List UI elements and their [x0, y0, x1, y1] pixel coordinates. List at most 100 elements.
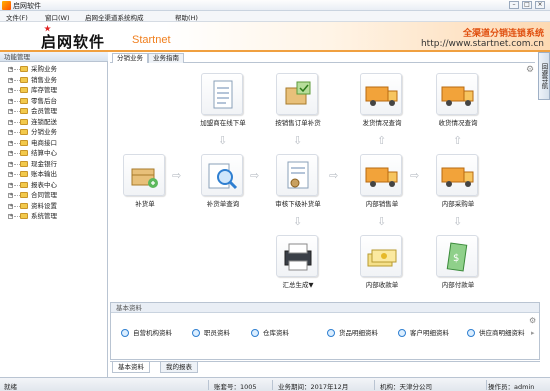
expand-icon[interactable]: + [8, 193, 13, 198]
printer-icon [276, 235, 318, 277]
settings-icon[interactable]: ⚙ [526, 65, 534, 75]
money-icon [360, 235, 402, 277]
expand-icon[interactable]: + [8, 172, 13, 177]
slogan: 全渠道分销连锁系统 [462, 29, 544, 39]
folder-icon [20, 76, 28, 83]
search-icon [327, 329, 335, 337]
expand-icon[interactable]: + [8, 67, 13, 72]
expand-icon[interactable]: + [8, 203, 13, 209]
tree-item-system[interactable]: + 系统管理 [0, 211, 108, 222]
arrow-right: ⇨ [250, 169, 260, 182]
arrow-right: ⇨ [172, 169, 182, 182]
app-icon [2, 1, 11, 10]
arrow-right: ⇨ [410, 169, 420, 182]
expand-icon[interactable]: + [8, 109, 13, 114]
svg-text:$: $ [453, 253, 459, 264]
tree-item-reports[interactable]: + 报表中心 [0, 180, 108, 191]
status-period: 业务期间：2017年12月 [278, 383, 349, 391]
expand-icon[interactable]: + [8, 88, 13, 93]
folder-icon [20, 213, 28, 219]
base-item-warehouse[interactable]: 仓库资料 [251, 327, 289, 337]
folder-icon [20, 181, 28, 188]
truck-icon [436, 154, 478, 196]
title-bar: 启网软件 – □ × [0, 0, 550, 11]
base-item-suppliers[interactable]: 供应商明细资料 [467, 327, 525, 337]
expand-icon[interactable]: + [8, 214, 13, 219]
expand-icon[interactable]: + [8, 119, 13, 125]
window-title: 启网软件 [13, 2, 41, 10]
scroll-right-icon[interactable]: ▸ [531, 329, 535, 337]
menu-window[interactable]: 窗口(W) [45, 12, 70, 22]
truck-icon [360, 154, 402, 196]
tree-item-data-settings[interactable]: + 资料设置 [0, 201, 108, 212]
base-item-customers[interactable]: 客户明细资料 [398, 327, 449, 337]
folder-icon [20, 108, 28, 114]
base-item-goods[interactable]: 货品明细资料 [327, 327, 378, 337]
maximize-button[interactable]: □ [522, 1, 532, 9]
banner: 启网软件 Startnet 全渠道分销连锁系统 http://www.start… [0, 22, 550, 52]
menu-file[interactable]: 文件(F) [6, 12, 28, 22]
status-ready: 就绪 [4, 383, 17, 391]
base-data-header: 基本资料 [111, 303, 539, 313]
base-item-staff[interactable]: 职员资料 [192, 327, 230, 337]
expand-icon[interactable]: + [8, 161, 13, 167]
expand-icon[interactable]: + [8, 182, 13, 188]
website-url: http://www.startnet.com.cn [420, 39, 544, 49]
folder-icon [20, 150, 28, 156]
menu-help[interactable]: 帮助(H) [175, 12, 198, 22]
base-data-panel: 基本资料 ⚙ 自营机构资料 职员资料 仓库资料 货品明细资料 客户明细资料 供应… [110, 302, 540, 360]
sidebar-header: 功能管理 [0, 52, 108, 62]
tree-item-sales[interactable]: + 销售业务 [0, 75, 108, 86]
status-bar: 就绪 账套号：1005 业务期间：2017年12月 机构：天津分公司 操作员：a… [0, 377, 550, 391]
search-icon [467, 329, 475, 337]
minimize-button[interactable]: – [509, 1, 519, 9]
logo-en: Startnet [132, 34, 171, 46]
base-item-own-org[interactable]: 自营机构资料 [121, 327, 172, 337]
status-org: 机构：天津分公司 [380, 383, 432, 391]
expand-icon[interactable]: + [8, 130, 13, 135]
search-icon [251, 329, 259, 337]
folder-icon [20, 97, 28, 104]
tree-item-ecommerce[interactable]: + 电商接口 [0, 138, 108, 149]
folder-icon [20, 87, 28, 93]
search-icon [192, 329, 200, 337]
tree-item-cash-bank[interactable]: + 现金银行 [0, 159, 108, 170]
folder-icon [20, 139, 28, 146]
arrow-down: ⇩ [218, 134, 228, 147]
expand-icon[interactable]: + [8, 151, 13, 156]
bottom-tab-strip: 基本资料 我的报表 [110, 361, 540, 373]
folder-icon [20, 118, 28, 125]
tree-item-retail-backend[interactable]: + 零售后台 [0, 96, 108, 107]
expand-icon[interactable]: + [8, 140, 13, 146]
arrow-right: ⇨ [329, 169, 339, 182]
settings-icon[interactable]: ⚙ [529, 316, 536, 325]
tree-item-purchase[interactable]: + 采购业务 [0, 64, 108, 75]
sidebar: 功能管理 + 采购业务 + 销售业务 + 库存管理 + 零售后台 + 会员管理 + 连锁配送… [0, 52, 108, 377]
goods-box-icon [123, 154, 165, 196]
tree-item-settlement[interactable]: + 结算中心 [0, 148, 108, 159]
tree-item-ledger-output[interactable]: + 账本输出 [0, 169, 108, 180]
tab-strip: 分销业务 业务指南 [110, 52, 535, 64]
function-tree: + 采购业务 + 销售业务 + 库存管理 + 零售后台 + 会员管理 + 连锁配送 + 分销业… [0, 64, 108, 222]
tab-my-reports[interactable]: 我的报表 [160, 362, 198, 373]
tree-item-chain-distribution[interactable]: + 连锁配送 [0, 117, 108, 128]
arrow-down: ⇩ [293, 215, 303, 228]
stamp-document-icon [276, 154, 318, 196]
tree-item-contracts[interactable]: + 合同管理 [0, 190, 108, 201]
status-account: 账套号：1005 [214, 383, 257, 391]
arrow-up: ⇧ [377, 134, 387, 147]
arrow-down: ⇩ [377, 215, 387, 228]
tree-item-members[interactable]: + 会员管理 [0, 106, 108, 117]
tree-item-inventory[interactable]: + 库存管理 [0, 85, 108, 96]
folder-icon [20, 66, 28, 72]
expand-icon[interactable]: + [8, 77, 13, 83]
hide-navigation-button[interactable]: 回避导航 [538, 52, 550, 100]
tab-guide[interactable]: 业务指南 [148, 53, 184, 63]
menu-system-composition[interactable]: 启网全渠道系统构成 [85, 12, 144, 22]
expand-icon[interactable]: + [8, 98, 13, 104]
close-button[interactable]: × [535, 1, 545, 9]
truck-icon [360, 73, 402, 115]
tree-item-distribution[interactable]: + 分销业务 [0, 127, 108, 138]
tab-base-data[interactable]: 基本资料 [112, 362, 150, 373]
folder-icon [20, 171, 28, 177]
